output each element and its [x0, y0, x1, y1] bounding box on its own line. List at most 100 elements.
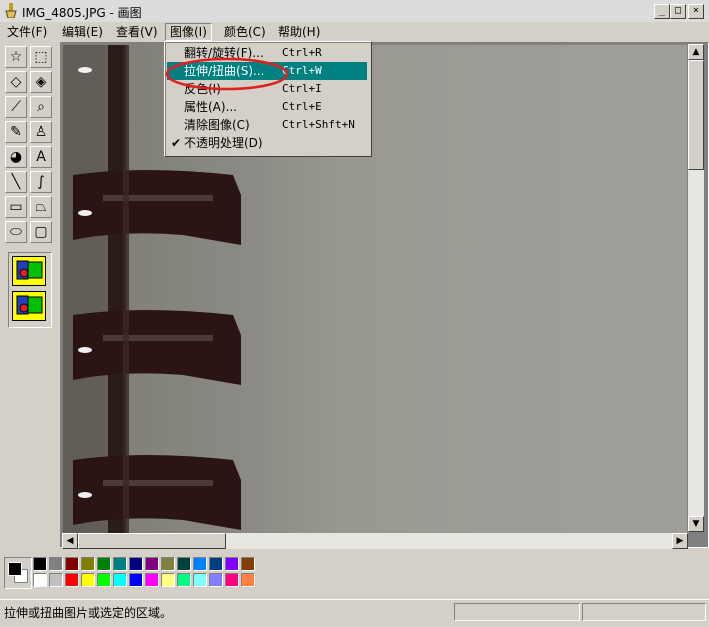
- horizontal-scrollbar[interactable]: ◀ ▶: [62, 533, 688, 549]
- palette-swatch[interactable]: [225, 557, 239, 571]
- palette-swatch[interactable]: [113, 557, 127, 571]
- polygon-icon: ⏢: [35, 199, 47, 215]
- menu-file[interactable]: 文件(F): [3, 24, 51, 40]
- tool-rect-select[interactable]: ⬚: [30, 46, 52, 68]
- menu-edit[interactable]: 编辑(E): [58, 24, 107, 40]
- rectangle-icon: ▭: [9, 199, 23, 215]
- palette-swatch[interactable]: [209, 573, 223, 587]
- palette-swatch[interactable]: [33, 573, 47, 587]
- palette-swatch[interactable]: [97, 557, 111, 571]
- tool-fill-bucket[interactable]: ◈: [30, 71, 52, 93]
- menu-view[interactable]: 查看(V): [112, 24, 162, 40]
- menu-item-shortcut: Ctrl+Shft+N: [282, 118, 355, 131]
- brush-icon: ♙: [34, 124, 48, 140]
- status-message: 拉伸或扭曲图片或选定的区域。: [4, 606, 173, 620]
- color-palette: [0, 553, 709, 598]
- tool-magnifier[interactable]: ⌕: [30, 96, 52, 118]
- eraser-icon: ◇: [10, 74, 22, 90]
- tool-color-picker[interactable]: ⟋: [5, 96, 27, 118]
- status-bar: 拉伸或扭曲图片或选定的区域。: [0, 599, 709, 627]
- check-mark-icon: ✔: [171, 136, 182, 150]
- tool-curve[interactable]: ∫: [30, 171, 52, 193]
- scroll-left-button[interactable]: ◀: [62, 533, 78, 549]
- palette-swatch[interactable]: [177, 573, 191, 587]
- minimize-button[interactable]: _: [654, 4, 670, 19]
- tool-pencil[interactable]: ✎: [5, 121, 27, 143]
- tool-free-select[interactable]: ☆: [5, 46, 27, 68]
- vertical-scrollbar[interactable]: ▲ ▼: [688, 44, 704, 532]
- palette-swatch[interactable]: [161, 557, 175, 571]
- tool-brush[interactable]: ♙: [30, 121, 52, 143]
- annotation-circle: [165, 57, 289, 91]
- vertical-scroll-thumb[interactable]: [688, 60, 704, 170]
- palette-swatch[interactable]: [81, 573, 95, 587]
- palette-swatch[interactable]: [209, 557, 223, 571]
- scroll-right-button[interactable]: ▶: [672, 533, 688, 549]
- free-select-icon: ☆: [9, 49, 23, 65]
- palette-swatch[interactable]: [241, 557, 255, 571]
- tool-ellipse[interactable]: ⬭: [5, 221, 27, 243]
- menu-item-attributes[interactable]: 属性(A)... Ctrl+E: [167, 98, 367, 116]
- toolbox: ☆ ⬚ ◇ ◈ ⟋ ⌕ ✎ ♙ ◕ A ╲ ∫ ▭ ⏢ ⬭ ▢: [0, 42, 57, 552]
- tool-rectangle[interactable]: ▭: [5, 196, 27, 218]
- transparent-option[interactable]: [12, 291, 46, 321]
- palette-swatch[interactable]: [241, 573, 255, 587]
- palette-swatch[interactable]: [193, 557, 207, 571]
- menu-image[interactable]: 图像(I): [165, 23, 212, 41]
- palette-swatch[interactable]: [193, 573, 207, 587]
- tool-airbrush[interactable]: ◕: [5, 146, 27, 168]
- rounded-rect-icon: ▢: [34, 224, 48, 240]
- palette-swatch[interactable]: [113, 573, 127, 587]
- palette-swatch[interactable]: [145, 557, 159, 571]
- maximize-button[interactable]: □: [670, 4, 686, 19]
- tool-text[interactable]: A: [30, 146, 52, 168]
- image-canvas[interactable]: [63, 45, 687, 533]
- palette-swatch[interactable]: [145, 573, 159, 587]
- title-bar[interactable]: IMG_4805.JPG - 画图 _ □ ×: [0, 0, 709, 23]
- horizontal-scroll-thumb[interactable]: [78, 533, 226, 549]
- tool-polygon[interactable]: ⏢: [30, 196, 52, 218]
- palette-swatch[interactable]: [129, 573, 143, 587]
- foreground-color[interactable]: [8, 562, 22, 576]
- text-icon: A: [36, 149, 46, 165]
- transparent-mode-icon: [13, 292, 45, 320]
- tool-line[interactable]: ╲: [5, 171, 27, 193]
- tool-eraser[interactable]: ◇: [5, 71, 27, 93]
- menu-item-clear-image[interactable]: 清除图像(C) Ctrl+Shft+N: [167, 116, 367, 134]
- curve-icon: ∫: [37, 174, 45, 190]
- palette-swatch[interactable]: [49, 573, 63, 587]
- menu-item-draw-opaque[interactable]: ✔ 不透明处理(D): [167, 134, 367, 152]
- menu-help[interactable]: 帮助(H): [274, 24, 324, 40]
- opaque-mode-icon: [16, 260, 43, 280]
- palette-swatch[interactable]: [129, 557, 143, 571]
- menu-item-label: 属性(A)...: [184, 100, 238, 114]
- palette-swatch[interactable]: [65, 573, 79, 587]
- palette-swatch[interactable]: [49, 557, 63, 571]
- palette-swatch[interactable]: [97, 573, 111, 587]
- tool-rounded-rect[interactable]: ▢: [30, 221, 52, 243]
- palette-swatch[interactable]: [177, 557, 191, 571]
- menu-item-shortcut: Ctrl+E: [282, 100, 322, 113]
- fill-bucket-icon: ◈: [35, 74, 47, 90]
- ellipse-icon: ⬭: [10, 224, 22, 240]
- menu-item-label: 清除图像(C): [184, 118, 250, 132]
- opaque-option[interactable]: [12, 256, 46, 286]
- color-picker-icon: ⟋: [11, 99, 21, 115]
- menu-colors[interactable]: 颜色(C): [220, 24, 270, 40]
- close-button[interactable]: ×: [688, 4, 704, 19]
- pencil-icon: ✎: [10, 124, 22, 140]
- window-title: IMG_4805.JPG - 画图: [22, 6, 142, 20]
- current-colors[interactable]: [4, 557, 32, 589]
- palette-swatch[interactable]: [33, 557, 47, 571]
- magnifier-icon: ⌕: [37, 99, 45, 115]
- palette-swatch[interactable]: [225, 573, 239, 587]
- scroll-down-button[interactable]: ▼: [688, 516, 704, 532]
- palette-swatch[interactable]: [81, 557, 95, 571]
- status-size-panel: [582, 603, 706, 621]
- photo-notebook-spiral: [63, 45, 241, 533]
- palette-swatch[interactable]: [161, 573, 175, 587]
- rect-select-icon: ⬚: [34, 49, 48, 65]
- status-position-panel: [454, 603, 580, 621]
- scroll-up-button[interactable]: ▲: [688, 44, 704, 60]
- palette-swatch[interactable]: [65, 557, 79, 571]
